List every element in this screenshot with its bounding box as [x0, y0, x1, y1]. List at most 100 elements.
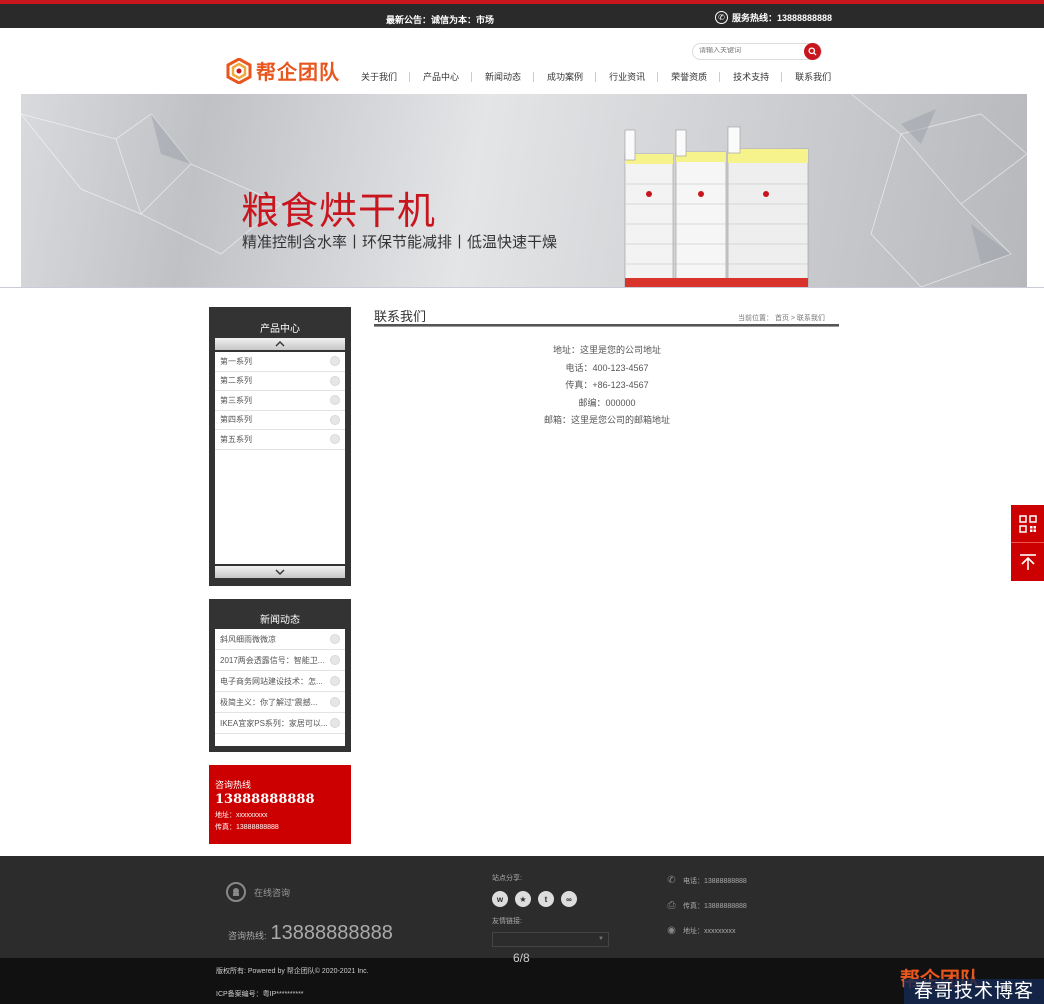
contact-postcode: 邮编：000000 [578, 397, 636, 408]
contact-fax: 传真：+86-123-4567 [565, 380, 649, 390]
list-item[interactable]: 第四系列 [215, 411, 345, 430]
nav-item-products[interactable]: 产品中心 [418, 72, 473, 82]
bullet-icon [330, 697, 340, 707]
icp-text[interactable]: ICP备案编号：粤IP********** [216, 989, 304, 999]
list-item[interactable]: 2017两会透露信号：智能卫... [215, 650, 345, 671]
list-item[interactable]: 电子商务网站建设技术：怎... [215, 671, 345, 692]
banner-network-graphic [21, 94, 1027, 287]
hotline-address: 地址：xxxxxxxxx [215, 812, 268, 819]
list-item[interactable]: 第五系列 [215, 430, 345, 450]
qzone-icon[interactable]: ★ [515, 891, 531, 907]
nav-item-industry[interactable]: 行业资讯 [604, 72, 659, 82]
service-hotline-text: 服务热线：13888888888 [732, 13, 833, 23]
back-to-top-button[interactable] [1011, 543, 1044, 581]
floating-toolbar [1011, 505, 1044, 581]
hotline-label: 咨询热线 [215, 780, 252, 790]
chat-icon [226, 882, 246, 902]
news-panel: 新闻动态 斜风细雨微微凉 2017两会透露信号：智能卫... 电子商务网站建设技… [209, 599, 351, 752]
copyright-text: 版权所有: Powered by 帮企团队© 2020-2021 Inc. [216, 968, 369, 975]
service-hotline: ✆ 服务热线：13888888888 [715, 11, 832, 24]
page-title: 联系我们 [374, 309, 427, 324]
page-indicator: 6/8 [513, 951, 530, 965]
list-item-label: 第五系列 [220, 434, 252, 444]
nav-item-support[interactable]: 技术支持 [728, 72, 783, 82]
announcement-bar: 最新公告：诚信为本：市场 ✆ 服务热线：13888888888 [0, 0, 1044, 28]
bullet-icon [330, 655, 340, 665]
list-item[interactable]: 斜风细雨微微凉 [215, 629, 345, 650]
arrow-up-icon [1019, 554, 1036, 570]
friend-links-select[interactable]: ▼ [492, 932, 609, 947]
bullet-icon [330, 414, 340, 425]
share-icons: w ★ t ∞ [492, 891, 577, 907]
footer-fax: ⎙ 传真：13888888888 [666, 900, 747, 911]
list-item[interactable]: IKEA宜家PS系列：家居可以... [215, 713, 345, 734]
grain-dryer-illustration [624, 126, 809, 287]
search-input[interactable] [699, 47, 799, 54]
list-item[interactable]: 第三系列 [215, 391, 345, 411]
banner-subtitle: 精准控制含水率丨环保节能减排丨低温快速干燥 [242, 233, 558, 251]
list-item-label: 极简主义：你了解过“震撼... [220, 697, 318, 707]
product-list: 第一系列 第二系列 第三系列 第四系列 第五系列 [215, 352, 345, 564]
bullet-icon [330, 375, 340, 386]
list-item-label: 斜风细雨微微凉 [220, 634, 276, 644]
qr-code-button[interactable] [1011, 505, 1044, 543]
main-nav: 关于我们 产品中心 新闻动态 成功案例 行业资讯 荣誉资质 技术支持 联系我们 [356, 72, 851, 82]
site-logo[interactable]: 帮企团队 [226, 56, 340, 85]
search-button[interactable] [804, 43, 821, 60]
chevron-up-icon [275, 341, 285, 347]
footer-hotline-number: 13888888888 [270, 922, 393, 944]
location-pin-icon: ◉ [667, 925, 676, 936]
footer-address-text: 地址：xxxxxxxxx [683, 927, 736, 935]
bullet-icon [330, 395, 340, 406]
footer-phone: ✆ 电话：13888888888 [666, 875, 747, 886]
breadcrumb: 当前位置： 首页 > 联系我们 [738, 315, 825, 322]
search-icon [808, 47, 817, 56]
scroll-up-button[interactable] [215, 338, 345, 350]
list-item[interactable]: 第二系列 [215, 372, 345, 391]
hero-banner[interactable]: 粮食烘干机 精准控制含水率丨环保节能减排丨低温快速干燥 [21, 94, 1027, 287]
bullet-icon [330, 434, 340, 445]
footer-address: ◉ 地址：xxxxxxxxx [666, 925, 736, 936]
share-label: 站点分享: [492, 875, 522, 882]
product-center-title: 产品中心 [260, 324, 300, 335]
list-item[interactable]: 极简主义：你了解过“震撼... [215, 692, 345, 713]
nav-item-contact[interactable]: 联系我们 [790, 72, 843, 82]
search-box[interactable] [692, 43, 822, 60]
online-consult-link[interactable]: 在线咨询 [226, 882, 290, 902]
footer-fax-text: 传真：13888888888 [683, 902, 747, 910]
nav-item-about[interactable]: 关于我们 [356, 72, 411, 82]
wechat-icon[interactable]: ∞ [561, 891, 577, 907]
bullet-icon [330, 718, 340, 728]
list-item-label: 2017两会透露信号：智能卫... [220, 655, 325, 665]
list-item[interactable]: 第一系列 [215, 352, 345, 372]
contact-info: 地址：这里是您的公司地址 电话：400-123-4567 传真：+86-123-… [347, 342, 867, 430]
hotline-fax: 传真：13888888888 [215, 824, 279, 831]
phone-icon: ✆ [667, 875, 676, 886]
list-item-label: 第三系列 [220, 395, 252, 405]
scroll-down-button[interactable] [215, 566, 345, 578]
consult-hotline-box: 咨询热线 13888888888 地址：xxxxxxxxx 传真：1388888… [209, 765, 351, 844]
contact-email: 邮箱：这里是您公司的邮箱地址 [543, 415, 670, 425]
list-item-label: 第二系列 [220, 376, 252, 386]
contact-address: 地址：这里是您的公司地址 [552, 345, 661, 355]
list-item-label: IKEA宜家PS系列：家居可以... [220, 718, 328, 728]
news-title: 新闻动态 [260, 615, 300, 626]
nav-item-honors[interactable]: 荣誉资质 [666, 72, 721, 82]
tencent-weibo-icon[interactable]: t [538, 891, 554, 907]
weibo-icon[interactable]: w [492, 891, 508, 907]
nav-item-news[interactable]: 新闻动态 [480, 72, 535, 82]
chevron-down-icon [275, 569, 285, 575]
logo-text: 帮企团队 [256, 60, 340, 84]
online-consult-label: 在线咨询 [254, 887, 291, 898]
list-item-label: 电子商务网站建设技术：怎... [220, 676, 323, 686]
bullet-icon [330, 356, 340, 367]
qr-code-icon [1018, 514, 1037, 533]
footer-phone-text: 电话：13888888888 [683, 877, 747, 885]
hotline-number: 13888888888 [215, 792, 315, 807]
bullet-icon [330, 676, 340, 686]
footer-hotline: 咨询热线: 13888888888 [228, 922, 393, 945]
site-footer: 在线咨询 咨询热线: 13888888888 站点分享: w ★ t ∞ 友情链… [0, 856, 1044, 958]
phone-icon: ✆ [715, 11, 728, 24]
title-divider [374, 324, 839, 327]
nav-item-cases[interactable]: 成功案例 [542, 72, 597, 82]
